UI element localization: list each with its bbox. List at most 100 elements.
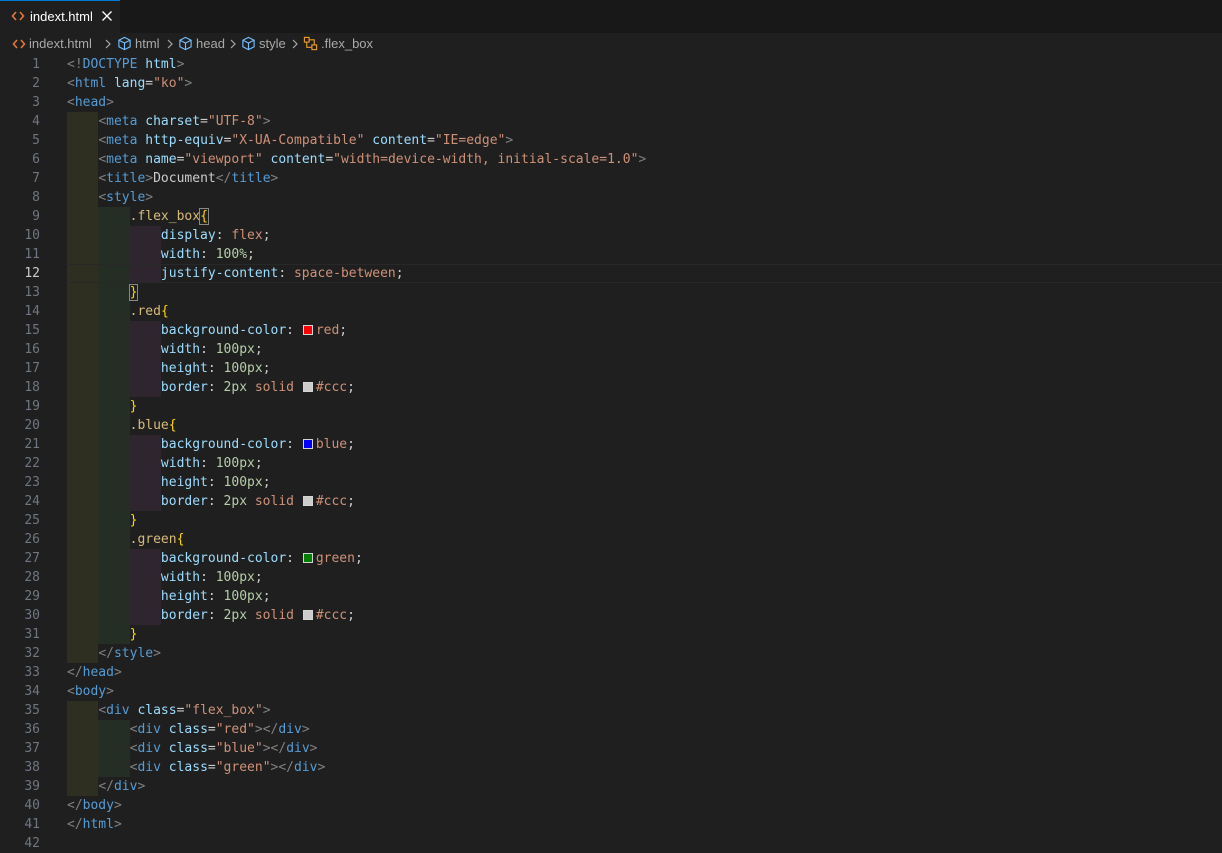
code-line[interactable]: 22 width: 100px;	[0, 454, 1222, 473]
code-line[interactable]: 6 <meta name="viewport" content="width=d…	[0, 150, 1222, 169]
code-token: 100px	[223, 589, 263, 604]
code-line[interactable]: 35 <div class="flex_box">	[0, 701, 1222, 720]
code-token: <	[98, 152, 107, 167]
code-token: ;	[254, 456, 263, 471]
code-line[interactable]: 18 border: 2px solid #ccc;	[0, 378, 1222, 397]
code-token: <	[98, 114, 107, 129]
code-line[interactable]: 11 width: 100%;	[0, 245, 1222, 264]
code-editor[interactable]: 1 <!DOCTYPE html> 2 <html lang="ko"> 3 <head>…	[0, 55, 1222, 853]
code-line[interactable]: 29 height: 100px;	[0, 587, 1222, 606]
code-line[interactable]: 36 <div class="red"></div>	[0, 720, 1222, 739]
code-token: "flex_box"	[184, 703, 263, 718]
line-code: .green{	[67, 530, 185, 549]
code-token: class	[137, 703, 177, 718]
code-line[interactable]: 20 .blue{	[0, 416, 1222, 435]
code-token: 2px	[223, 608, 248, 623]
code-line[interactable]: 3 <head>	[0, 93, 1222, 112]
color-swatch[interactable]	[302, 496, 313, 506]
breadcrumb-label: html	[135, 36, 160, 51]
line-code: border: 2px solid #ccc;	[67, 378, 355, 397]
code-token: ;	[354, 551, 363, 566]
code-token: meta	[106, 152, 138, 167]
line-code: <html lang="ko">	[67, 74, 192, 93]
tab-label: indext.html	[30, 9, 93, 24]
code-token: ;	[254, 342, 263, 357]
breadcrumb-item-file[interactable]: indext.html	[12, 36, 92, 51]
code-token: style	[113, 646, 154, 661]
code-line[interactable]: 17 height: 100px;	[0, 359, 1222, 378]
color-swatch[interactable]	[302, 553, 313, 563]
code-line[interactable]: 26 .green{	[0, 530, 1222, 549]
code-token: html	[74, 76, 107, 91]
code-token: display	[160, 228, 216, 243]
code-line[interactable]: 19 }	[0, 397, 1222, 416]
breadcrumb-item-style[interactable]: style	[241, 36, 286, 51]
close-icon[interactable]	[101, 10, 113, 22]
code-token: flex	[231, 228, 263, 243]
code-line[interactable]: 23 height: 100px;	[0, 473, 1222, 492]
color-swatch[interactable]	[302, 325, 313, 335]
color-swatch[interactable]	[302, 382, 313, 392]
code-line[interactable]: 5 <meta http-equiv = "X-UA-Compatible" con…	[0, 131, 1222, 150]
code-token: solid	[254, 608, 294, 623]
html-file-icon	[12, 38, 26, 49]
code-line[interactable]: 16 width: 100px;	[0, 340, 1222, 359]
symbol-element-icon	[242, 36, 255, 51]
code-line[interactable]: 41 </html>	[0, 815, 1222, 834]
code-line[interactable]: 42	[0, 834, 1222, 853]
code-line[interactable]: 2 <html lang="ko">	[0, 74, 1222, 93]
code-line[interactable]: 24 border: 2px solid #ccc;	[0, 492, 1222, 511]
code-token: <!	[67, 57, 83, 72]
code-token: background-color	[160, 437, 287, 452]
breadcrumb-item-flex-box[interactable]: .flex_box	[303, 36, 373, 51]
code-line[interactable]: 31 }	[0, 625, 1222, 644]
code-line[interactable]: 25 }	[0, 511, 1222, 530]
code-token: red	[315, 323, 340, 338]
code-line[interactable]: 7 <title>Document</title>	[0, 169, 1222, 188]
chevron-right-icon	[167, 39, 173, 49]
code-line[interactable]: 34 <body>	[0, 682, 1222, 701]
code-token: ;	[262, 475, 271, 490]
code-line[interactable]: 4 <meta charset="UTF-8">	[0, 112, 1222, 131]
code-line[interactable]: 15 background-color: red;	[0, 321, 1222, 340]
code-line[interactable]: 14 .red{	[0, 302, 1222, 321]
code-line[interactable]: 33 </head>	[0, 663, 1222, 682]
code-line[interactable]: 13 }	[0, 283, 1222, 302]
symbol-element-icon	[118, 36, 131, 51]
line-number: 8	[32, 190, 40, 205]
code-token: solid	[254, 494, 294, 509]
line-number: 2	[32, 76, 40, 91]
code-line[interactable]: 40 </body>	[0, 796, 1222, 815]
code-line[interactable]: 10 display: flex;	[0, 226, 1222, 245]
code-token: div	[286, 741, 310, 756]
code-line[interactable]: 1 <!DOCTYPE html>	[0, 55, 1222, 74]
color-swatch[interactable]	[302, 439, 313, 449]
code-token: div	[137, 760, 161, 775]
color-swatch[interactable]	[302, 610, 313, 620]
code-line[interactable]: 27 background-color: green;	[0, 549, 1222, 568]
breadcrumb-item-head[interactable]: head	[178, 36, 225, 51]
code-line[interactable]: 32 </style>	[0, 644, 1222, 663]
code-line[interactable]: 21 background-color: blue;	[0, 435, 1222, 454]
code-token: width	[160, 456, 201, 471]
line-code: background-color: blue;	[67, 435, 355, 454]
code-line[interactable]: 37 <div class="blue"></div>	[0, 739, 1222, 758]
tab-indext-html[interactable]: indext.html	[0, 0, 120, 33]
code-token: ;	[347, 494, 355, 509]
code-line[interactable]: 12 justify-content: space-between;	[0, 264, 1222, 283]
code-line[interactable]: 28 width: 100px;	[0, 568, 1222, 587]
code-token: solid	[254, 380, 294, 395]
breadcrumb-item-html[interactable]: html	[117, 36, 160, 51]
code-line[interactable]: 38 <div class="green"></div>	[0, 758, 1222, 777]
code-line[interactable]: 30 border: 2px solid #ccc;	[0, 606, 1222, 625]
code-line[interactable]: 39 </div>	[0, 777, 1222, 796]
code-token: >	[113, 817, 122, 832]
code-line[interactable]: 9 .flex_box{	[0, 207, 1222, 226]
code-line[interactable]: 8 <style>	[0, 188, 1222, 207]
